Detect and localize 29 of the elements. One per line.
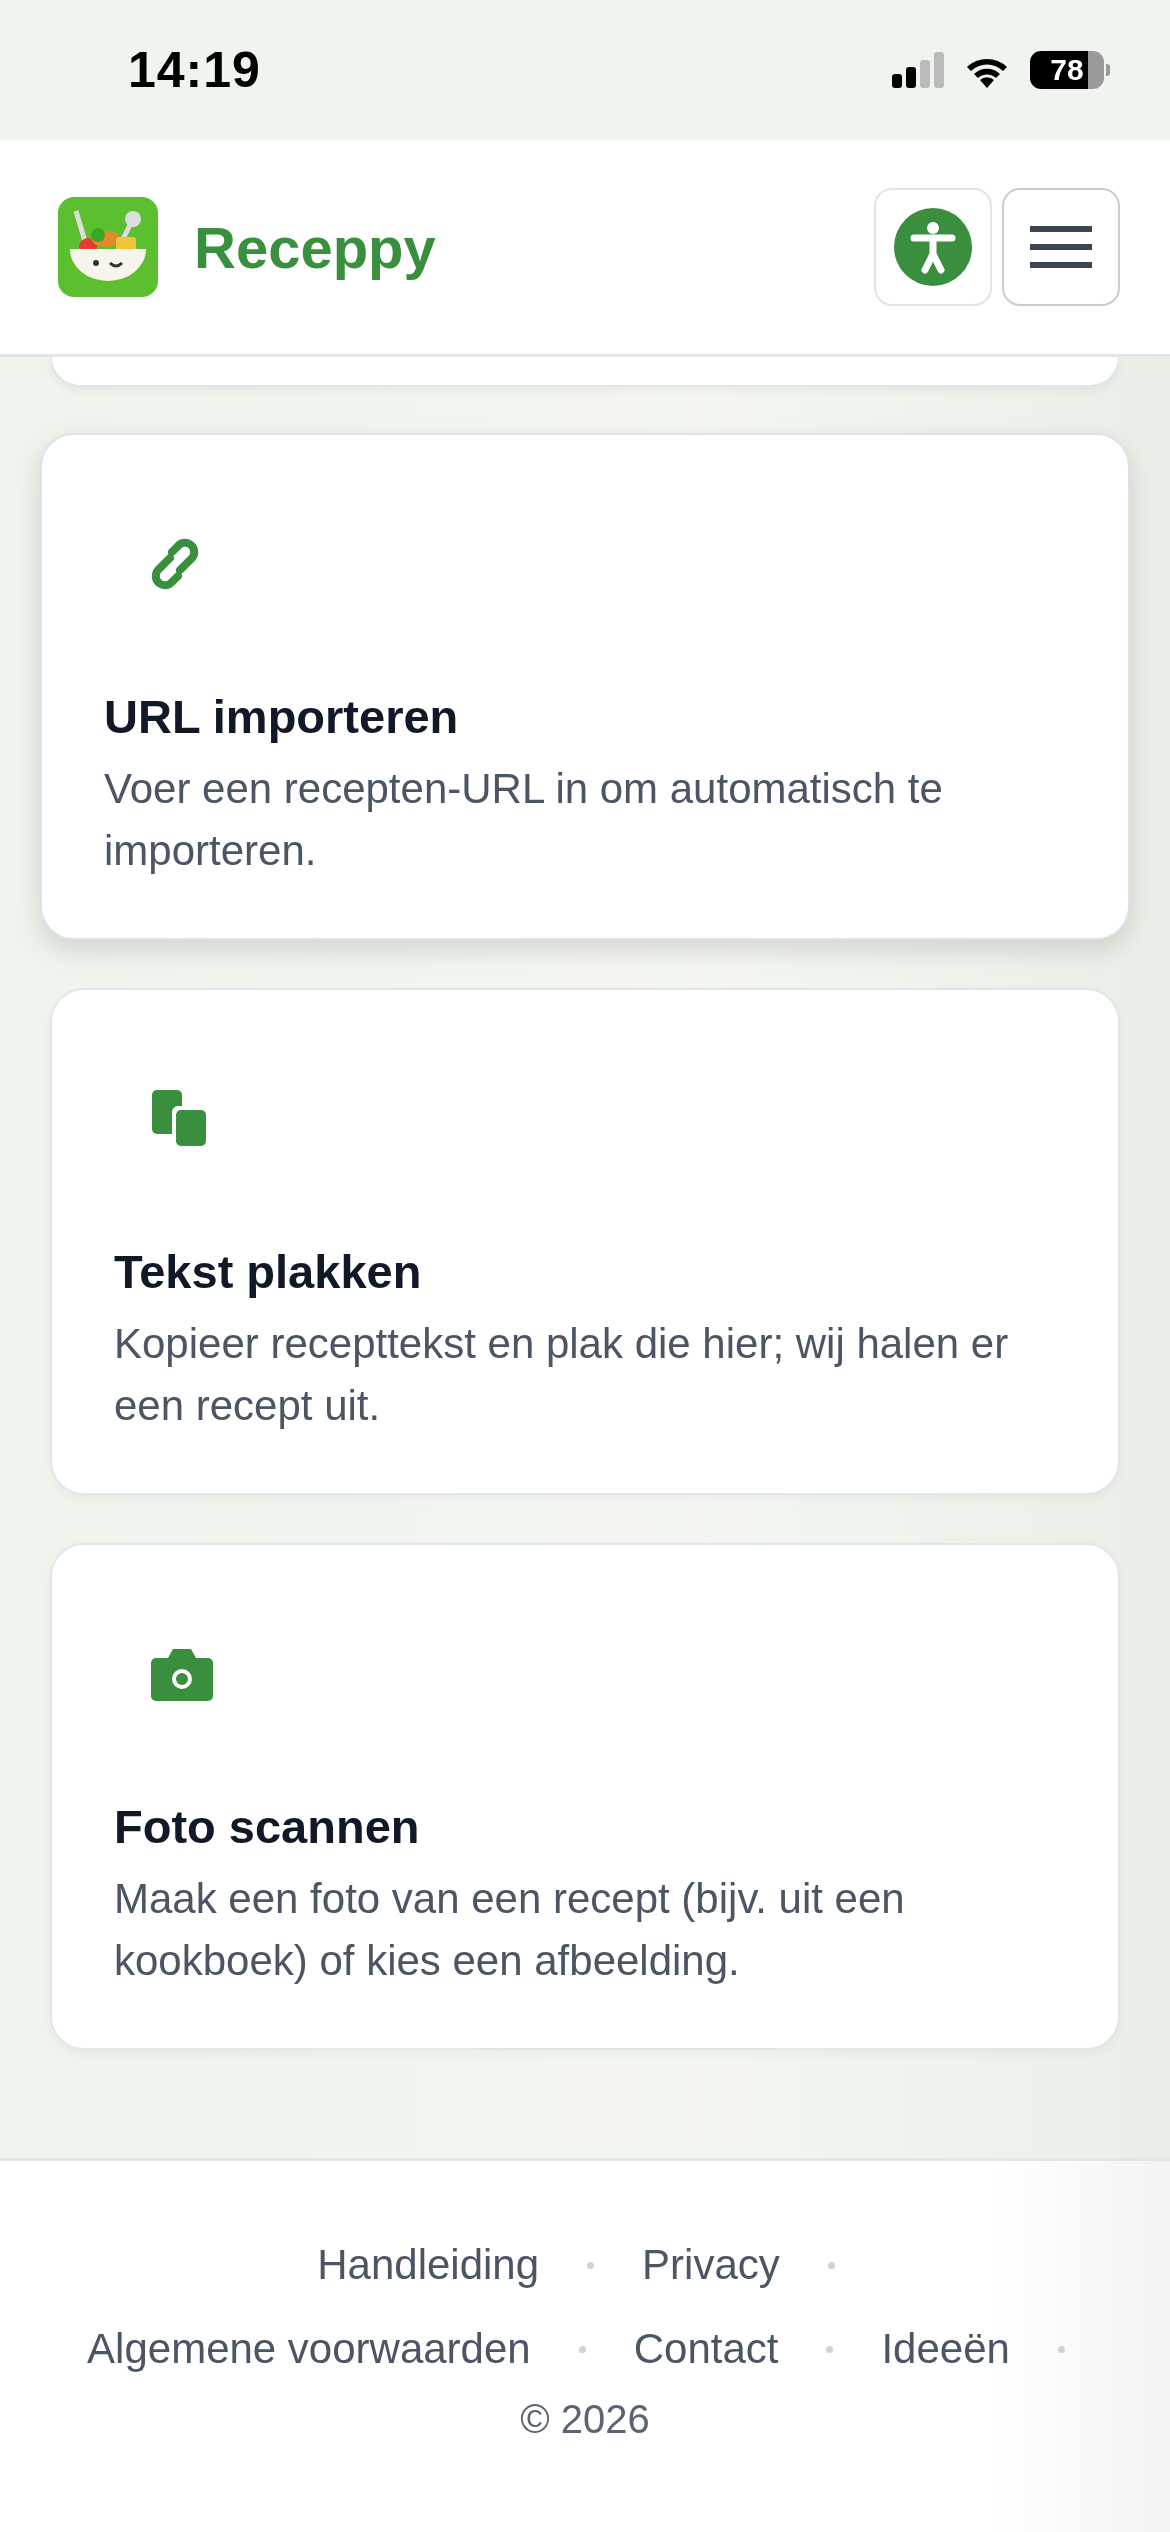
brand-name: Receppy [194, 213, 436, 281]
option-card[interactable]: Foto scannen Maak een foto van een recept (bijv. uit een kookboek) of kies een afbeelding. [50, 1543, 1120, 2050]
option-card[interactable]: Tekst plakken Kopieer recepttekst en plak die hier; wij halen er een recept uit. [50, 988, 1120, 1495]
card-title: URL importeren [104, 689, 460, 744]
footer-link[interactable]: Contact [633, 2325, 779, 2373]
camera-icon [150, 1646, 214, 1702]
status-time: 14:19 [128, 41, 261, 99]
card-title: Tekst plakken [114, 1244, 423, 1299]
separator-dot [1057, 2345, 1065, 2353]
accessibility-icon [894, 208, 972, 286]
accessibility-button[interactable] [874, 188, 992, 306]
footer-link[interactable]: Algemene voorwaarden [87, 2325, 531, 2373]
separator-dot [578, 2345, 586, 2353]
separator-dot [827, 2261, 835, 2269]
card-description: Maak een foto van een recept (bijv. uit een kookboek) of kies een afbeelding. [114, 1874, 906, 1986]
option-card[interactable]: URL importeren Voer een recepten-URL in om automatisch te importeren. [40, 433, 1130, 940]
footer-link[interactable]: Ideeën [881, 2325, 1010, 2373]
card-description: Kopieer recepttekst en plak die hier; wij halen er een recept uit. [114, 1319, 1010, 1431]
separator-dot [587, 2261, 595, 2269]
separator-dot [826, 2345, 834, 2353]
copyright-text: © 2026 [520, 2397, 650, 2442]
footer-link[interactable]: Privacy [642, 2241, 780, 2289]
card-title: Foto scannen [114, 1799, 421, 1854]
signal-icon [892, 52, 944, 88]
footer-link[interactable]: Handleiding [317, 2241, 540, 2289]
menu-button[interactable] [1002, 188, 1120, 306]
card-description: Voer een recepten-URL in om automatisch te importeren. [104, 764, 944, 876]
logo-icon [58, 197, 158, 297]
menu-icon [1030, 226, 1092, 268]
